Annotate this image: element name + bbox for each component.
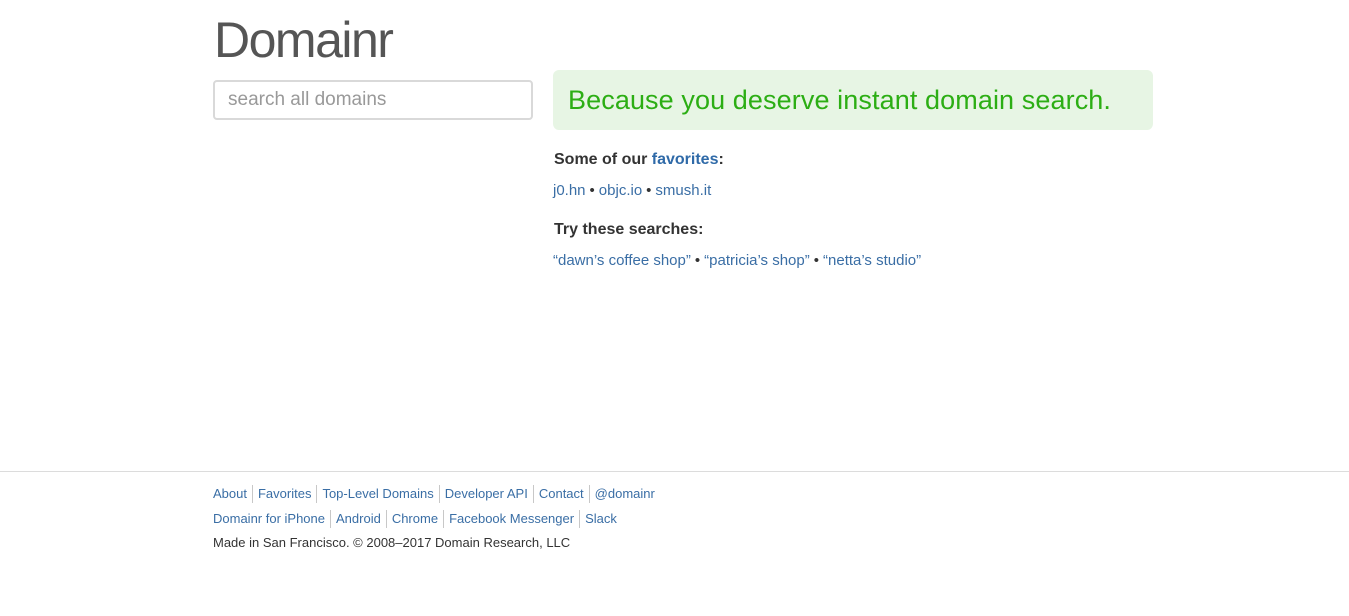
favorite-domain-link-objcio[interactable]: objc.io (599, 182, 642, 199)
footer-link-top-level-domains[interactable]: Top-Level Domains (316, 485, 438, 503)
footer-nav-platforms: Domainr for iPhone Android Chrome Facebo… (213, 510, 622, 528)
footer-nav-primary: About Favorites Top-Level Domains Develo… (213, 485, 660, 503)
footer-divider (0, 471, 1349, 472)
footer-link-twitter[interactable]: @domainr (588, 485, 660, 503)
favorite-domain-link-smushit[interactable]: smush.it (655, 182, 711, 199)
example-search-dawns-coffee-shop[interactable]: “dawn’s coffee shop” (553, 252, 691, 269)
example-searches-list: “dawn’s coffee shop” • “patricia’s shop” • “… (553, 252, 921, 269)
domainr-logo[interactable]: Domainr (214, 12, 394, 68)
favorites-link[interactable]: favorites (652, 151, 719, 168)
footer-link-facebook-messenger[interactable]: Facebook Messenger (443, 510, 579, 528)
footer-link-about[interactable]: About (213, 485, 252, 503)
separator: • (694, 252, 701, 269)
search-input[interactable] (213, 80, 533, 120)
example-search-patricias-shop[interactable]: “patricia’s shop” (704, 252, 810, 269)
separator: • (589, 182, 595, 199)
example-search-nettas-studio[interactable]: “netta’s studio” (823, 252, 921, 269)
favorites-heading-suffix: : (718, 151, 724, 168)
footer-link-iphone[interactable]: Domainr for iPhone (213, 510, 330, 528)
favorites-heading-prefix: Some of our (554, 151, 652, 168)
separator: • (646, 182, 652, 199)
favorite-domains-list: j0.hn • objc.io • smush.it (553, 182, 711, 199)
footer-link-developer-api[interactable]: Developer API (438, 485, 533, 503)
footer-link-android[interactable]: Android (330, 510, 386, 528)
tagline-text: Because you deserve instant domain searc… (568, 84, 1112, 115)
footer-link-contact[interactable]: Contact (532, 485, 589, 503)
page: Domainr Because you deserve instant doma… (0, 0, 1349, 616)
try-searches-heading: Try these searches: (554, 221, 704, 238)
copyright-text: Made in San Francisco. © 2008–2017 Domai… (213, 535, 571, 550)
footer-link-slack[interactable]: Slack (579, 510, 622, 528)
separator: • (813, 252, 820, 269)
footer-link-favorites[interactable]: Favorites (251, 485, 316, 503)
favorites-heading: Some of our favorites: (554, 151, 724, 169)
tagline-banner: Because you deserve instant domain searc… (553, 70, 1153, 130)
favorite-domain-link-j0hn[interactable]: j0.hn (553, 182, 586, 199)
footer-link-chrome[interactable]: Chrome (385, 510, 443, 528)
